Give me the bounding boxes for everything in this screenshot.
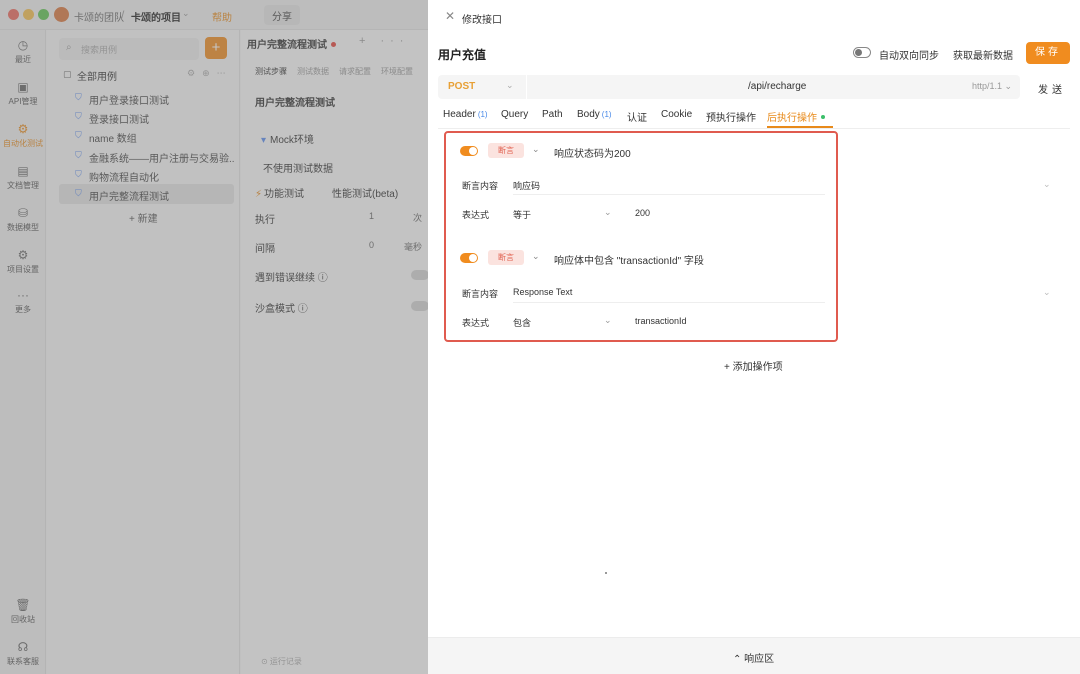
tab-label: 预执行操作: [706, 113, 756, 124]
assertion-tag: 断言: [488, 250, 524, 265]
tab-header[interactable]: Header (1): [443, 109, 488, 120]
chevron-down-icon[interactable]: ⌄: [1043, 287, 1051, 298]
assertion-target-label: 断言内容: [462, 181, 499, 191]
assertion-value-input[interactable]: 200: [635, 208, 650, 218]
assertion-operator-select[interactable]: 包含: [513, 316, 531, 329]
divider: [526, 75, 527, 99]
assertion-target-label: 断言内容: [462, 289, 499, 299]
tab-pre-processors[interactable]: 预执行操作: [706, 109, 756, 124]
chevron-down-icon[interactable]: ⌄: [604, 207, 612, 218]
assertion-toggle[interactable]: [460, 253, 478, 263]
close-icon[interactable]: ✕: [445, 9, 455, 23]
tab-auth[interactable]: 认证: [627, 109, 647, 124]
protocol-select[interactable]: http/1.1 ⌄: [972, 81, 1012, 92]
tabs-divider: [438, 128, 1070, 129]
chevron-down-icon[interactable]: ⌄: [532, 144, 540, 155]
tab-post-processors[interactable]: 后执行操作: [767, 109, 833, 128]
assertion-name[interactable]: 响应体中包含 "transactionId" 字段: [554, 252, 704, 267]
add-operation-button[interactable]: + 添加操作项: [724, 358, 783, 373]
divider: [513, 194, 825, 195]
assertion-name[interactable]: 响应状态码为200: [554, 145, 631, 160]
tab-label: Cookie: [661, 109, 693, 120]
tab-query[interactable]: Query: [501, 109, 528, 120]
assertion-target-select[interactable]: Response Text: [513, 287, 572, 297]
assertion-toggle[interactable]: [460, 146, 478, 156]
response-area-bar[interactable]: ⌃ 响应区: [428, 637, 1080, 674]
panel-title: 修改接口: [462, 15, 502, 26]
assertion-tag: 断言: [488, 143, 524, 158]
chevron-down-icon[interactable]: ⌄: [532, 251, 540, 262]
loading-dot: [605, 572, 607, 574]
tab-label: Query: [501, 109, 529, 120]
tab-body[interactable]: Body (1): [577, 109, 612, 120]
url-input[interactable]: /api/recharge: [748, 81, 806, 92]
chevron-down-icon[interactable]: ⌄: [506, 80, 514, 91]
auto-sync-toggle[interactable]: [853, 47, 871, 58]
tab-count: (1): [601, 110, 612, 119]
divider: [513, 302, 825, 303]
assertion-operator-select[interactable]: 等于: [513, 208, 531, 221]
edit-api-panel: ✕ 修改接口 用户充值 自动双向同步 获取最新数据 保存 POST ⌄ /api…: [428, 0, 1080, 674]
post-processors-highlight: [444, 131, 838, 342]
api-name: 用户充值: [438, 48, 487, 62]
modal-overlay[interactable]: [0, 0, 428, 674]
method-select[interactable]: POST: [448, 81, 475, 92]
tab-path[interactable]: Path: [542, 109, 563, 120]
request-url-bar: POST ⌄ /api/recharge http/1.1 ⌄: [438, 75, 1020, 99]
tab-label: Body: [577, 109, 600, 120]
active-dot: [821, 115, 825, 119]
tab-count: (1): [477, 110, 488, 119]
chevron-down-icon[interactable]: ⌄: [604, 315, 612, 326]
protocol-label: http/1.1: [972, 81, 1003, 91]
chevron-down-icon[interactable]: ⌄: [1043, 179, 1051, 190]
tab-cookie[interactable]: Cookie: [661, 109, 692, 120]
tab-label: 认证: [627, 113, 647, 124]
tab-label: Header: [443, 109, 476, 120]
save-button[interactable]: 保存: [1026, 42, 1070, 64]
assertion-expr-label: 表达式: [462, 210, 490, 220]
assertion-target-select[interactable]: 响应码: [513, 179, 540, 192]
auto-sync-label: 自动双向同步: [879, 51, 939, 62]
assertion-expr-label: 表达式: [462, 318, 490, 328]
response-area-label: ⌃ 响应区: [733, 654, 775, 665]
fetch-latest-button[interactable]: 获取最新数据: [953, 47, 1013, 62]
tab-label: 后执行操作: [767, 113, 817, 124]
send-button[interactable]: 发送: [1038, 81, 1066, 96]
assertion-value-input[interactable]: transactionId: [635, 316, 687, 326]
tab-label: Path: [542, 109, 563, 120]
